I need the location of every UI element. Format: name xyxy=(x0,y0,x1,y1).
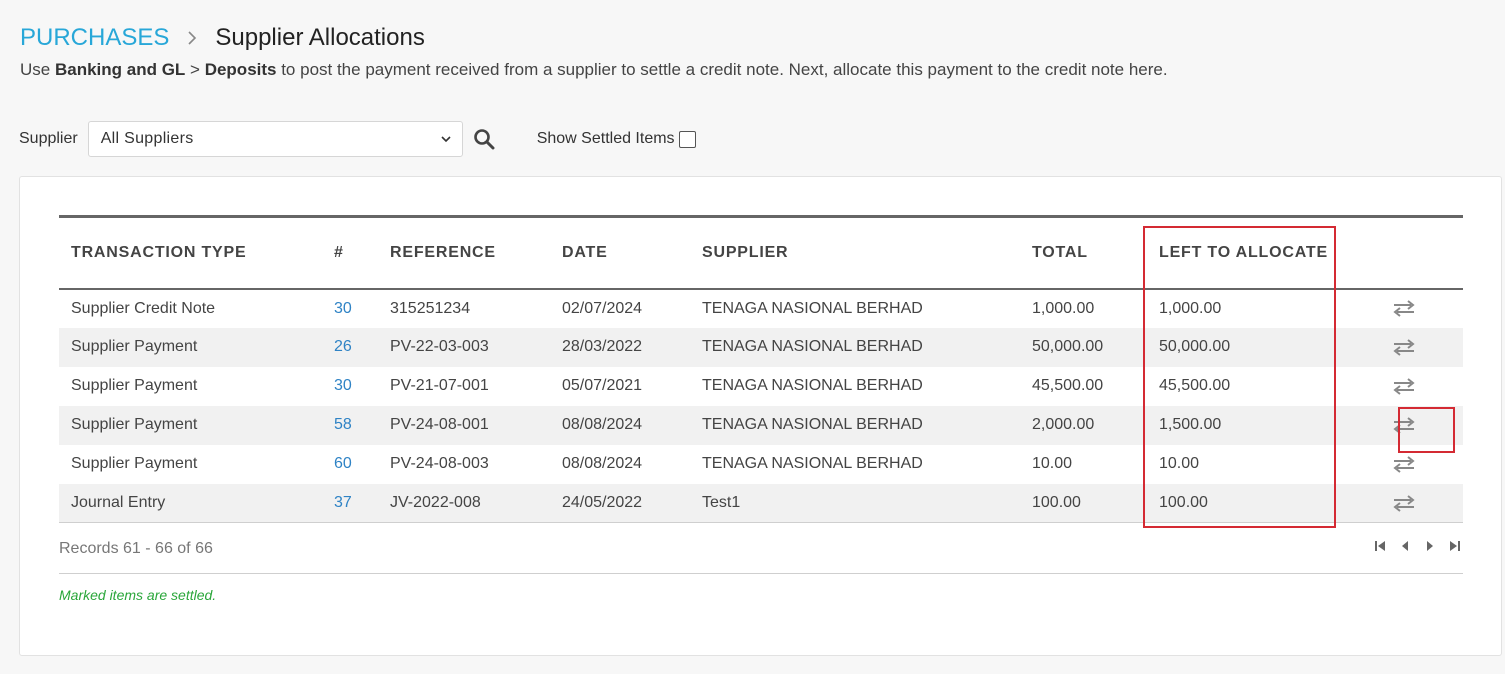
column-header-supplier[interactable]: SUPPLIER xyxy=(690,217,1020,289)
breadcrumb: PURCHASES Supplier Allocations xyxy=(20,24,425,52)
next-page-icon[interactable] xyxy=(1424,540,1436,552)
breadcrumb-purchases-link[interactable]: PURCHASES xyxy=(20,24,169,52)
cell-transaction-type: Supplier Credit Note xyxy=(71,299,216,317)
table-row: Supplier Credit Note 30 315251234 02/07/202… xyxy=(59,289,1463,328)
chevron-down-icon xyxy=(440,130,452,148)
cell-total: 100.00 xyxy=(1032,493,1081,511)
pager xyxy=(1374,540,1461,552)
cell-reference: PV-24-08-003 xyxy=(390,455,489,472)
column-header-transaction-type[interactable]: TRANSACTION TYPE xyxy=(59,217,322,289)
supplier-label: Supplier xyxy=(19,130,78,147)
swap-arrows-icon[interactable] xyxy=(1392,377,1416,395)
column-header-number[interactable]: # xyxy=(322,217,378,289)
transaction-number-link[interactable]: 58 xyxy=(334,416,352,433)
filter-bar: Supplier All Suppliers Show Settled Item… xyxy=(19,121,696,157)
swap-arrows-icon[interactable] xyxy=(1392,299,1416,318)
cell-reference: 315251234 xyxy=(390,299,471,317)
cell-left-to-allocate: 1,000.00 xyxy=(1159,299,1222,317)
swap-arrows-icon[interactable] xyxy=(1392,455,1416,473)
table-row: Journal Entry 37 JV-2022-008 24/05/2022 Test… xyxy=(59,483,1463,523)
cell-left-to-allocate: 10.00 xyxy=(1159,455,1200,472)
intro-text: Use Banking and GL > Deposits to post th… xyxy=(20,60,1168,79)
cell-reference: PV-22-03-003 xyxy=(390,338,489,355)
transaction-number-link[interactable]: 30 xyxy=(334,377,352,394)
table-row: Supplier Payment 26 PV-22-03-003 28/03/2022… xyxy=(59,327,1463,367)
first-page-icon[interactable] xyxy=(1374,540,1386,552)
deposits-text: Deposits xyxy=(204,60,277,79)
cell-supplier: TENAGA NASIONAL BERHAD xyxy=(702,377,923,394)
cell-transaction-type: Supplier Payment xyxy=(71,416,198,433)
cell-supplier: Test1 xyxy=(702,493,741,511)
show-settled-label: Show Settled Items xyxy=(536,130,675,147)
cell-reference: PV-24-08-001 xyxy=(390,416,489,433)
transaction-number-link[interactable]: 60 xyxy=(334,455,352,472)
column-header-left-to-allocate[interactable]: LEFT TO ALLOCATE xyxy=(1147,217,1345,289)
transaction-number-link[interactable]: 30 xyxy=(334,300,352,317)
table-row: Supplier Payment 30 PV-21-07-001 05/07/2021… xyxy=(59,367,1463,406)
cell-left-to-allocate: 100.00 xyxy=(1159,493,1208,511)
cell-left-to-allocate: 45,500.00 xyxy=(1159,377,1231,394)
cell-supplier: TENAGA NASIONAL BERHAD xyxy=(702,455,923,472)
supplier-select-value: All Suppliers xyxy=(100,130,194,147)
cell-reference: JV-2022-008 xyxy=(390,493,481,511)
cell-supplier: TENAGA NASIONAL BERHAD xyxy=(702,416,923,433)
show-settled-toggle[interactable]: Show Settled Items xyxy=(537,130,696,148)
allocations-panel: TRANSACTION TYPE # REFERENCE DATE SUPPLI… xyxy=(19,176,1502,656)
allocations-table: TRANSACTION TYPE # REFERENCE DATE SUPPLI… xyxy=(59,215,1463,523)
cell-transaction-type: Journal Entry xyxy=(71,493,166,511)
table-row: Supplier Payment 58 PV-24-08-001 08/08/2024… xyxy=(59,405,1463,445)
table-row: Supplier Payment 60 PV-24-08-003 08/08/2024… xyxy=(59,445,1463,484)
transaction-number-link[interactable]: 37 xyxy=(334,494,352,511)
cell-total: 10.00 xyxy=(1032,455,1073,472)
column-header-total[interactable]: TOTAL xyxy=(1020,217,1147,289)
page-title: Supplier Allocations xyxy=(215,24,425,51)
cell-date: 05/07/2021 xyxy=(562,377,643,394)
last-page-icon[interactable] xyxy=(1449,540,1461,552)
swap-arrows-icon[interactable] xyxy=(1392,494,1416,512)
swap-arrows-icon[interactable] xyxy=(1392,338,1416,356)
prev-page-icon[interactable] xyxy=(1399,540,1411,552)
banking-gl-text: Banking and GL xyxy=(54,60,186,79)
cell-transaction-type: Supplier Payment xyxy=(71,338,198,355)
cell-supplier: TENAGA NASIONAL BERHAD xyxy=(702,299,923,317)
column-header-date[interactable]: DATE xyxy=(550,217,690,289)
transaction-number-link[interactable]: 26 xyxy=(334,338,352,355)
column-header-reference[interactable]: REFERENCE xyxy=(378,217,550,289)
cell-transaction-type: Supplier Payment xyxy=(71,377,198,394)
cell-supplier: TENAGA NASIONAL BERHAD xyxy=(702,338,923,355)
search-icon[interactable] xyxy=(473,128,495,150)
cell-date: 08/08/2024 xyxy=(562,416,643,433)
show-settled-checkbox[interactable] xyxy=(678,130,696,148)
cell-date: 24/05/2022 xyxy=(562,493,643,511)
records-count: Records 61 - 66 of 66 xyxy=(59,540,213,557)
table-header-row: TRANSACTION TYPE # REFERENCE DATE SUPPLI… xyxy=(59,216,1463,289)
cell-left-to-allocate: 1,500.00 xyxy=(1159,416,1222,433)
cell-transaction-type: Supplier Payment xyxy=(71,455,198,472)
cell-total: 50,000.00 xyxy=(1032,338,1104,355)
settled-note: Marked items are settled. xyxy=(59,587,217,603)
cell-date: 08/08/2024 xyxy=(562,455,643,472)
cell-date: 28/03/2022 xyxy=(562,338,643,355)
supplier-select[interactable]: All Suppliers xyxy=(87,121,463,157)
cell-total: 1,000.00 xyxy=(1032,299,1095,317)
footer-divider xyxy=(59,573,1463,574)
cell-reference: PV-21-07-001 xyxy=(390,377,489,394)
cell-total: 45,500.00 xyxy=(1032,377,1104,394)
cell-date: 02/07/2024 xyxy=(562,299,643,317)
cell-total: 2,000.00 xyxy=(1032,416,1095,433)
swap-arrows-icon[interactable] xyxy=(1392,416,1416,434)
chevron-right-icon xyxy=(187,30,197,46)
column-header-actions xyxy=(1345,217,1463,289)
cell-left-to-allocate: 50,000.00 xyxy=(1159,338,1231,355)
